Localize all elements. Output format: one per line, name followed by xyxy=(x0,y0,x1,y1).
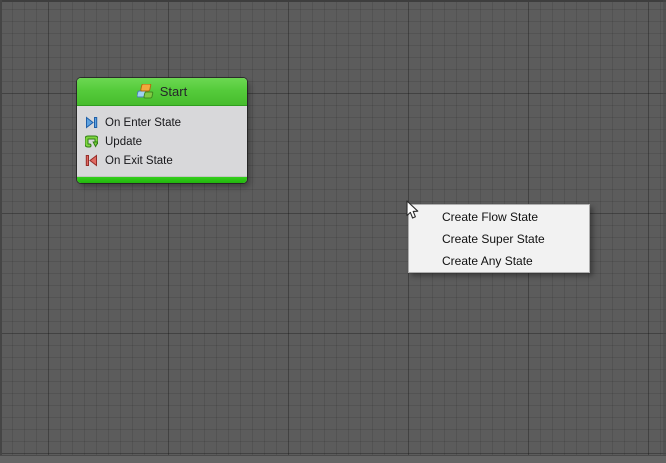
event-row-update[interactable]: Update xyxy=(77,132,247,151)
event-row-on-exit-state[interactable]: On Exit State xyxy=(77,151,247,170)
menu-item-create-any-state[interactable]: Create Any State xyxy=(409,250,589,272)
state-node-footer xyxy=(77,176,247,183)
state-node-body: On Enter State Update xyxy=(77,106,247,176)
enter-state-icon xyxy=(85,116,98,129)
window-left-edge xyxy=(0,0,2,463)
window-bottom-edge xyxy=(0,455,666,463)
graph-canvas[interactable]: Start On Enter State xyxy=(0,0,666,463)
exit-state-icon xyxy=(85,154,98,167)
event-label: On Enter State xyxy=(105,117,181,129)
event-label: Update xyxy=(105,136,142,148)
state-node-title: Start xyxy=(160,84,187,99)
event-row-on-enter-state[interactable]: On Enter State xyxy=(77,113,247,132)
state-node-start[interactable]: Start On Enter State xyxy=(77,78,247,183)
menu-item-create-super-state[interactable]: Create Super State xyxy=(409,228,589,250)
stacked-states-icon xyxy=(137,84,154,99)
update-loop-icon xyxy=(85,135,98,148)
window-top-edge xyxy=(0,0,666,2)
state-node-header[interactable]: Start xyxy=(77,78,247,106)
event-label: On Exit State xyxy=(105,155,173,167)
menu-item-create-flow-state[interactable]: Create Flow State xyxy=(409,206,589,228)
context-menu: Create Flow State Create Super State Cre… xyxy=(408,204,590,273)
